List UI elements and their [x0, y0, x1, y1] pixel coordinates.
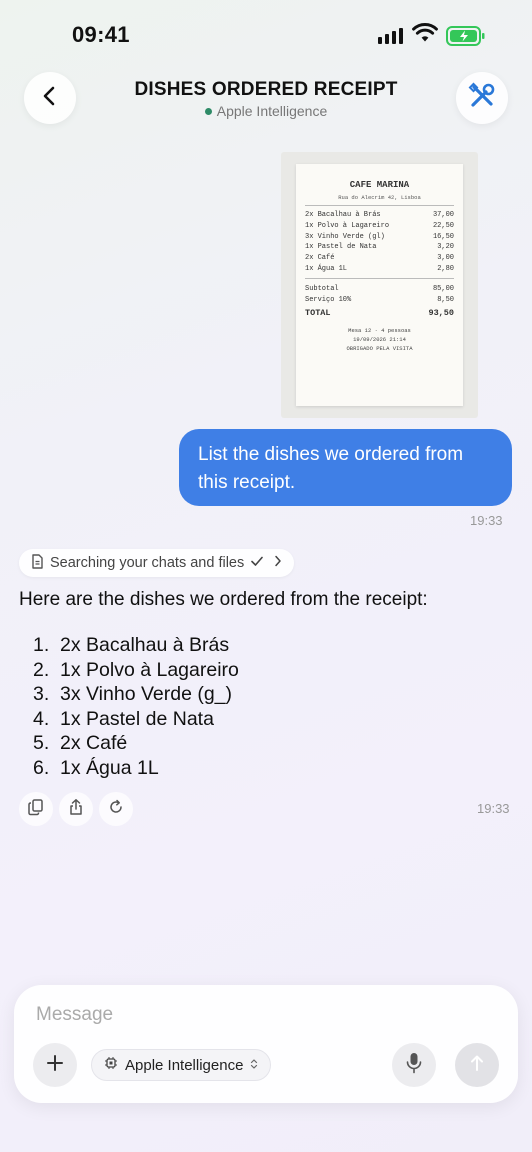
receipt-divider [305, 278, 454, 279]
receipt-item-price: 22,50 [432, 221, 454, 230]
receipt-item-price: 16,50 [432, 232, 454, 241]
subtitle-label: Apple Intelligence [216, 103, 328, 119]
receipt-image-attachment[interactable]: CAFE MARINA Rua do Alecrim 42, Lisboa 2x… [281, 152, 478, 418]
dish-text: 1x Polvo à Lagareiro [60, 658, 239, 681]
dish-list: 1. 2x Bacalhau à Brás 2. 1x Polvo à Lagarei… [33, 633, 239, 781]
receipt-total-row: TOTAL 93,50 [305, 307, 454, 318]
page-subtitle: Apple Intelligence [0, 103, 532, 119]
receipt-item-row: 1x Polvo à Lagareiro 22,50 [305, 221, 454, 232]
dish-list-item: 6. 1x Água 1L [33, 756, 239, 781]
dish-number: 4. [33, 707, 50, 730]
add-attachment-button[interactable] [33, 1043, 77, 1087]
receipt-item-name: 2x Café [305, 254, 335, 263]
tools-button[interactable] [456, 72, 508, 124]
status-dot-icon [204, 108, 212, 115]
assistant-intro-text: Here are the dishes we ordered from the … [19, 589, 428, 610]
receipt-item-row: 1x Água 1L 2,80 [305, 264, 454, 275]
dish-list-item: 2. 1x Polvo à Lagareiro [33, 658, 239, 683]
chevron-up-down-icon [250, 1057, 258, 1074]
receipt-items: 2x Bacalhau à Brás 37,00 1x Polvo à Lagare… [305, 210, 454, 275]
refresh-icon [107, 798, 125, 821]
dish-text: 2x Café [60, 732, 128, 755]
dish-text: 1x Pastel de Nata [60, 707, 214, 730]
microphone-icon [406, 1052, 422, 1079]
chevron-right-icon [274, 555, 282, 571]
dish-number: 1. [33, 634, 50, 656]
receipt-item-price: 3,00 [437, 254, 454, 263]
receipt-item-name: 2x Bacalhau à Brás [305, 211, 381, 219]
dish-list-item: 1. 2x Bacalhau à Brás [33, 633, 239, 658]
arrow-up-icon [469, 1054, 485, 1077]
model-selector-label: Apple Intelligence [125, 1056, 244, 1074]
dish-text: 1x Água 1L [60, 756, 159, 779]
wifi-icon [412, 23, 438, 48]
dish-list-item: 4. 1x Pastel de Nata [33, 707, 239, 732]
user-message-time: 19:33 [470, 513, 503, 528]
regenerate-button[interactable] [99, 792, 133, 826]
receipt-item-price: 2,80 [437, 264, 454, 273]
share-button[interactable] [59, 792, 93, 826]
copy-icon [27, 798, 45, 821]
user-message-bubble[interactable]: List the dishes we ordered from this rec… [179, 429, 512, 506]
dish-list-item: 5. 2x Café [33, 731, 239, 756]
message-input[interactable] [36, 1001, 476, 1029]
tools-icon [467, 81, 497, 116]
receipt-item-name: 1x Pastel de Nata [305, 243, 377, 252]
battery-icon [446, 26, 486, 51]
receipt-footer-date: 19/09/2026 21:14 [353, 336, 406, 343]
receipt-item-name: 1x Água 1L [305, 264, 348, 273]
search-status-chip[interactable]: Searching your chats and files [19, 549, 295, 577]
dish-number: 6. [33, 756, 50, 779]
copy-button[interactable] [19, 792, 53, 826]
receipt-item-row: 2x Café 3,00 [305, 253, 454, 264]
receipt-item-price: 37,00 [432, 211, 454, 219]
receipt-divider [305, 205, 454, 206]
receipt-subtotal-row: Subtotal 85,00 [305, 285, 454, 293]
receipt-footer-table: Mesa 12 · 4 pessoas [348, 327, 411, 334]
plus-icon [46, 1054, 64, 1077]
chip-icon [104, 1056, 118, 1074]
send-button[interactable] [455, 1043, 499, 1087]
receipt-footer-thanks: OBRIGADO PELA VISITA [346, 345, 413, 352]
receipt-store-name: CAFE MARINA [349, 180, 410, 190]
document-icon [31, 553, 44, 573]
dish-text: 2x Bacalhau à Brás [60, 634, 230, 656]
microphone-button[interactable] [392, 1043, 436, 1087]
receipt-item-name: 1x Polvo à Lagareiro [305, 221, 390, 230]
receipt-address: Rua do Alecrim 42, Lisboa [338, 194, 421, 201]
status-time: 09:41 [72, 22, 130, 47]
receipt-item-row: 2x Bacalhau à Brás 37,00 [305, 210, 454, 221]
dish-text: 3x Vinho Verde (g_) [60, 683, 233, 706]
share-icon [67, 798, 85, 821]
checkmark-icon [250, 554, 264, 572]
assistant-message-time: 19:33 [477, 801, 510, 816]
receipt-item-price: 3,20 [437, 243, 454, 252]
message-composer: Apple Intelligence [14, 985, 518, 1103]
page-title: DISHES ORDERED RECEIPT [134, 79, 398, 100]
dish-number: 2. [33, 658, 50, 681]
receipt-summary: Subtotal 85,00 Serviço 10% 8,50 TOTAL 93,50 [305, 284, 454, 320]
receipt-item-row: 1x Pastel de Nata 3,20 [305, 242, 454, 253]
dish-number: 5. [33, 732, 50, 755]
receipt-item-name: 3x Vinho Verde (gl) [305, 232, 385, 241]
dish-list-item: 3. 3x Vinho Verde (g_) [33, 682, 239, 707]
cellular-signal-icon [378, 26, 403, 44]
receipt-paper: CAFE MARINA Rua do Alecrim 42, Lisboa 2x… [296, 164, 463, 406]
model-selector[interactable]: Apple Intelligence [91, 1049, 272, 1081]
dish-number: 3. [33, 683, 50, 706]
receipt-service-row: Serviço 10% 8,50 [305, 295, 454, 304]
search-status-label: Searching your chats and files [50, 555, 245, 571]
receipt-item-row: 3x Vinho Verde (gl) 16,50 [305, 232, 454, 243]
